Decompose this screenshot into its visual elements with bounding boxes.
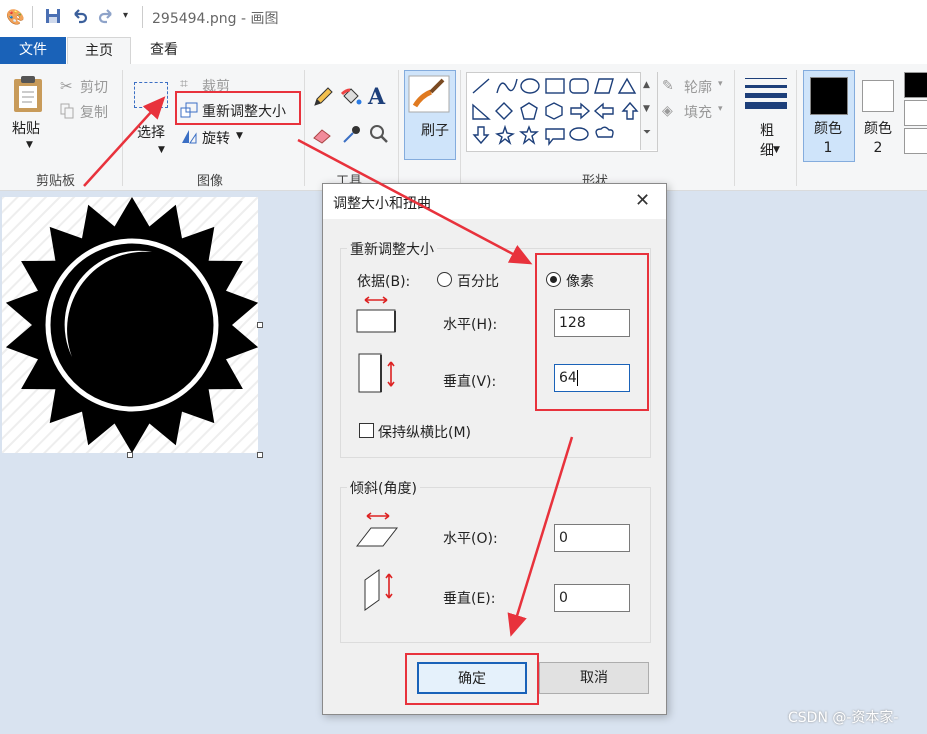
- watermark: CSDN @-资本家-: [788, 710, 899, 726]
- arrow-to-resize-button: [83, 96, 166, 187]
- annotation-arrows: [83, 96, 574, 637]
- arrow-to-pixels-box: [297, 138, 533, 265]
- arrow-to-ok-button: [507, 436, 574, 637]
